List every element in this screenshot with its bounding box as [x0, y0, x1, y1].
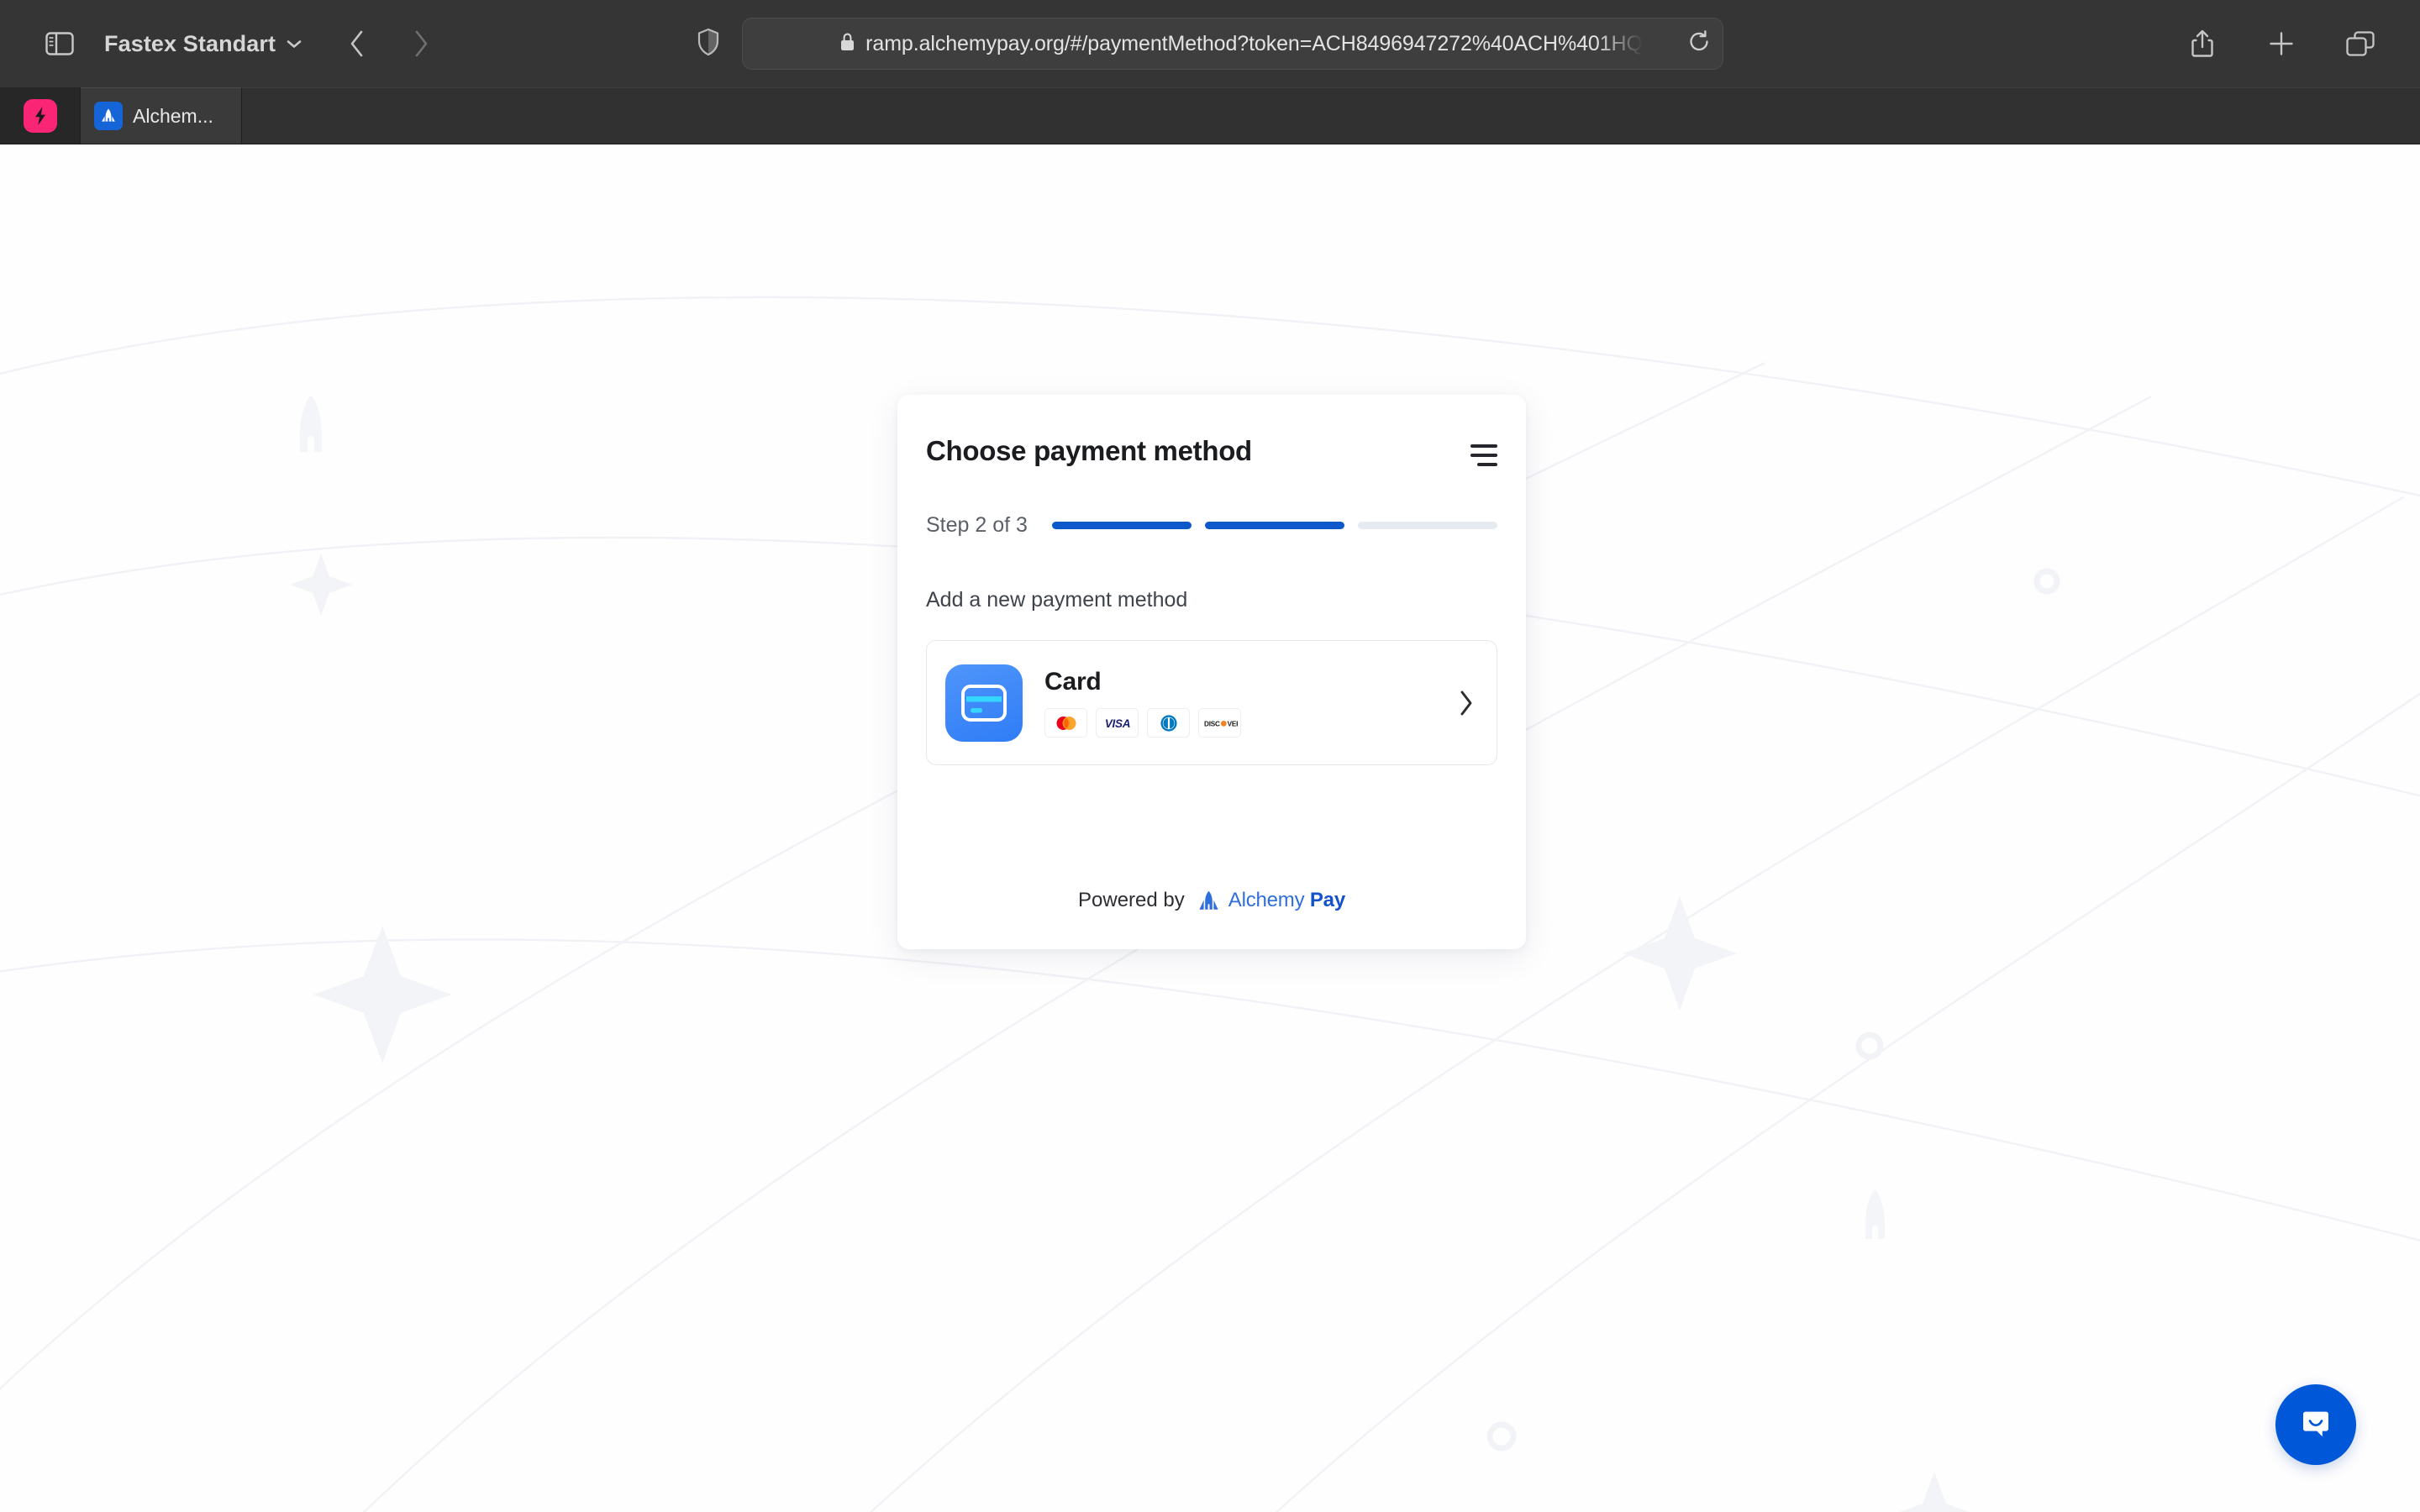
powered-by-label: Powered by	[1078, 889, 1185, 911]
browser-window: Fastex Standart ramp.alchemypay.org/#/pa…	[0, 0, 2420, 1512]
tab-overview-icon[interactable]	[2334, 18, 2386, 70]
card-spacer	[926, 765, 1497, 889]
section-label: Add a new payment method	[926, 588, 1188, 612]
progress-bars	[1051, 522, 1497, 529]
progress-segment-1	[1051, 522, 1192, 529]
brand-alchemy: Alchemy	[1228, 889, 1305, 911]
svg-text:DISC: DISC	[1204, 720, 1220, 727]
alchemy-rocket-mark	[1199, 890, 1218, 910]
payment-method-card: Choose payment method Step 2 of 3 Add a …	[897, 395, 1526, 949]
payment-method-option-card[interactable]: Card VISA DISC VE	[926, 640, 1497, 765]
bolt-icon	[23, 98, 57, 133]
chevron-right-icon[interactable]	[1459, 690, 1474, 717]
brand-pay: Pay	[1309, 889, 1345, 911]
hamburger-menu-icon[interactable]	[1464, 438, 1497, 472]
forward-arrow-icon[interactable]	[395, 18, 447, 70]
method-name: Card	[1044, 668, 1102, 696]
credit-card-icon	[945, 664, 1023, 742]
diners-club-icon	[1147, 708, 1190, 738]
address-bar[interactable]: ramp.alchemypay.org/#/paymentMethod?toke…	[742, 18, 1723, 70]
privacy-shield-icon[interactable]	[697, 28, 720, 60]
reload-icon[interactable]	[1687, 30, 1711, 58]
toolbar-right-group	[2176, 0, 2386, 87]
url-inner: ramp.alchemypay.org/#/paymentMethod?toke…	[743, 32, 1706, 56]
tab-title: Alchem...	[133, 104, 213, 127]
browser-toolbar: Fastex Standart ramp.alchemypay.org/#/pa…	[0, 0, 2420, 87]
svg-text:VISA: VISA	[1104, 717, 1129, 730]
tab-pinned-fastex[interactable]	[0, 87, 81, 144]
accepted-card-brands: VISA DISC VE	[1044, 708, 1459, 738]
alchemy-pay-logo: Alchemy Pay	[1197, 889, 1345, 912]
svg-text:VER: VER	[1227, 720, 1237, 727]
back-arrow-icon[interactable]	[331, 18, 383, 70]
progress-segment-2	[1204, 522, 1344, 529]
lock-icon	[839, 32, 855, 56]
page-viewport: Choose payment method Step 2 of 3 Add a …	[0, 144, 2420, 1512]
tab-alchemy[interactable]: Alchem...	[81, 87, 242, 144]
navigation-arrows	[331, 18, 447, 70]
step-label: Step 2 of 3	[926, 513, 1028, 537]
profile-name[interactable]: Fastex Standart	[104, 31, 276, 57]
mastercard-icon	[1044, 708, 1087, 738]
toolbar-left-group: Fastex Standart	[0, 18, 447, 70]
share-icon[interactable]	[2176, 18, 2228, 70]
step-progress: Step 2 of 3	[926, 513, 1497, 538]
tab-bar-empty-area	[242, 87, 2420, 144]
sidebar-toggle-icon[interactable]	[34, 18, 86, 70]
alchemy-pay-wordmark: Alchemy Pay	[1228, 889, 1345, 912]
visa-icon: VISA	[1096, 708, 1139, 738]
method-body: Card VISA DISC VE	[1044, 668, 1459, 738]
page-title: Choose payment method	[926, 435, 1252, 466]
chevron-down-icon[interactable]	[286, 38, 302, 50]
url-text: ramp.alchemypay.org/#/paymentMethod?toke…	[865, 31, 1643, 55]
tab-bar: Alchem...	[0, 87, 2420, 144]
plus-icon[interactable]	[2255, 18, 2307, 70]
intercom-chat-launcher[interactable]	[2275, 1384, 2356, 1465]
card-header: Choose payment method	[926, 435, 1497, 472]
discover-icon: DISC VER	[1198, 708, 1241, 738]
progress-segment-3	[1357, 522, 1497, 529]
powered-by-footer: Powered by Alchemy Pay	[926, 889, 1497, 912]
alchemy-rocket-icon	[94, 102, 123, 130]
